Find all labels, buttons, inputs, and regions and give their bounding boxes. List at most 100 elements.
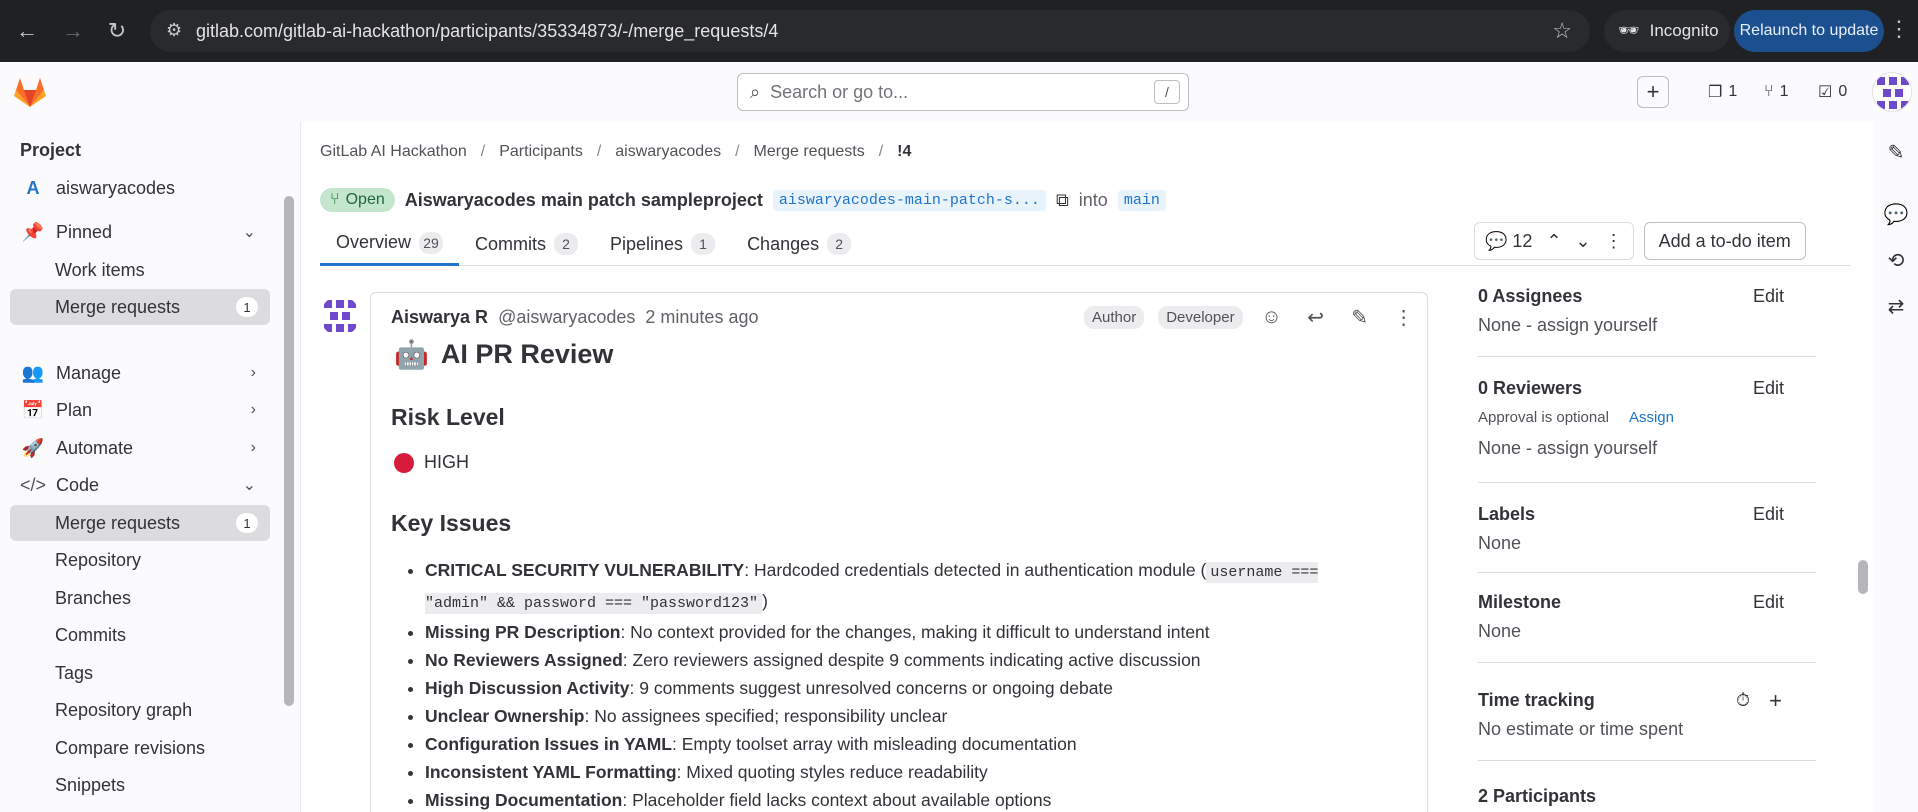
add-todo-button[interactable]: Add a to-do item — [1643, 222, 1806, 260]
edit-milestone-button[interactable]: Edit — [1753, 592, 1784, 613]
mr-title: Aiswaryacodes main patch sampleproject — [404, 189, 763, 210]
sidebar-item-snippets[interactable]: Snippets — [10, 767, 270, 803]
more-actions-icon[interactable]: ⋮ — [1605, 231, 1623, 252]
create-new-button[interactable]: + — [1637, 76, 1669, 108]
sidebar-item-compare-revisions[interactable]: Compare revisions — [10, 730, 270, 766]
sidebar-item-commits[interactable]: Commits — [10, 617, 270, 653]
compare-icon[interactable]: ⇄ — [1880, 290, 1912, 322]
breadcrumb-item[interactable]: GitLab AI Hackathon — [320, 143, 467, 161]
edit-labels-button[interactable]: Edit — [1753, 504, 1784, 525]
stopwatch-icon[interactable]: ⏱ — [1736, 690, 1750, 711]
forward-icon[interactable]: → — [56, 14, 90, 48]
project-avatar: A — [26, 177, 40, 198]
tab-pipelines[interactable]: Pipelines 1 — [594, 222, 731, 266]
plan-icon: 📅 — [21, 399, 45, 420]
chevron-down-icon: ⌄ — [242, 224, 256, 241]
breadcrumb-item[interactable]: aiswaryacodes — [615, 143, 721, 161]
comments-icon[interactable]: 💬 — [1880, 198, 1912, 230]
comment-threads-button[interactable]: 💬 12 — [1485, 231, 1532, 252]
code-icon: </> — [19, 474, 47, 495]
sidebar-item-repository[interactable]: Repository — [10, 542, 270, 578]
edit-pencil-icon[interactable]: ✎ — [1345, 302, 1375, 332]
chevron-down-icon[interactable]: ⌄ — [1576, 231, 1591, 252]
history-icon[interactable]: ⟲ — [1880, 244, 1912, 276]
right-sidebar-scrollbar[interactable] — [1858, 560, 1868, 594]
browser-menu-icon[interactable]: ⋮ — [1888, 16, 1910, 42]
reload-icon[interactable]: ↻ — [100, 14, 134, 48]
source-branch[interactable]: aiswaryacodes-main-patch-s... — [772, 189, 1046, 211]
breadcrumb-item[interactable]: Merge requests — [754, 143, 865, 161]
list-item: Missing Documentation: Placeholder field… — [425, 786, 1385, 812]
edit-note-icon[interactable]: ✎ — [1880, 136, 1912, 168]
author-handle[interactable]: @aiswaryacodes — [498, 307, 635, 328]
bookmark-star-icon[interactable]: ☆ — [1552, 18, 1572, 44]
url-text: gitlab.com/gitlab-ai-hackathon/participa… — [196, 20, 779, 41]
approval-text: Approval is optional Assign — [1478, 409, 1674, 426]
tab-actions: 💬 12 ⌃ ⌄ ⋮ Add a to-do item — [1474, 222, 1806, 260]
edit-reviewers-button[interactable]: Edit — [1753, 378, 1784, 399]
address-bar[interactable]: ⚙ gitlab.com/gitlab-ai-hackathon/partici… — [150, 10, 1590, 52]
sidebar-pinned[interactable]: 📌 Pinned ⌄ — [10, 214, 270, 250]
chevron-up-icon[interactable]: ⌃ — [1546, 231, 1561, 252]
sidebar-item-work-items[interactable]: Work items — [10, 252, 270, 288]
participants-section: 2 Participants — [1478, 786, 1597, 806]
sidebar-item-code-merge-requests[interactable]: Merge requests 1 — [10, 505, 270, 541]
breadcrumb: GitLab AI Hackathon / Participants / aiswa… — [320, 143, 912, 161]
assign-link[interactable]: Assign — [1629, 409, 1674, 426]
breadcrumb-item[interactable]: Participants — [499, 143, 583, 161]
author-name[interactable]: Aiswarya R — [391, 307, 488, 328]
search-input[interactable]: ⌕ Search or go to... / — [737, 73, 1189, 111]
list-item: High Discussion Activity: 9 comments sug… — [425, 674, 1385, 702]
tab-commits[interactable]: Commits 2 — [459, 222, 594, 266]
count-badge: 1 — [236, 513, 258, 533]
risk-heading: Risk Level — [391, 404, 505, 430]
more-actions-icon[interactable]: ⋮ — [1389, 302, 1419, 332]
assign-yourself-link[interactable]: None - assign yourself — [1478, 315, 1818, 336]
site-info-icon[interactable]: ⚙ — [166, 20, 182, 41]
assign-yourself-link[interactable]: None - assign yourself — [1478, 438, 1818, 459]
todo-icon: ☑ — [1818, 84, 1833, 101]
sidebar-project-link[interactable]: A aiswaryacodes — [10, 170, 270, 206]
merge-request-icon: ⑂ — [330, 191, 340, 208]
comment-header: Aiswarya R @aiswaryacodes 2 minutes ago — [391, 307, 758, 328]
breadcrumb-current[interactable]: !4 — [897, 143, 911, 161]
list-item: CRITICAL SECURITY VULNERABILITY: Hardcod… — [425, 556, 1385, 618]
todos-button[interactable]: ☑ 0 — [1818, 76, 1847, 108]
incognito-indicator[interactable]: 🕶 Incognito — [1604, 10, 1730, 52]
merge-requests-button[interactable]: ⑂ 1 — [1764, 76, 1789, 108]
back-icon[interactable]: ← — [10, 14, 44, 48]
sidebar-item-repository-graph[interactable]: Repository graph — [10, 692, 270, 728]
divider — [1478, 760, 1816, 761]
divider — [1478, 356, 1816, 357]
milestone-section: Milestone Edit None — [1478, 592, 1784, 641]
gitlab-logo[interactable] — [12, 74, 48, 110]
sidebar-item-tags[interactable]: Tags — [10, 655, 270, 691]
search-icon: ⌕ — [750, 81, 761, 102]
sidebar-automate[interactable]: 🚀 Automate › — [10, 430, 270, 466]
sidebar-item-branches[interactable]: Branches — [10, 580, 270, 616]
user-avatar[interactable] — [1872, 72, 1912, 112]
sidebar-item-pinned-merge-requests[interactable]: Merge requests 1 — [10, 289, 270, 325]
copy-icon[interactable]: ⧉ — [1056, 190, 1069, 211]
rocket-icon: 🚀 — [21, 437, 45, 458]
sidebar-scrollbar[interactable] — [284, 196, 294, 706]
thread-navigation: 💬 12 ⌃ ⌄ ⋮ — [1474, 222, 1634, 260]
issues-button[interactable]: ❐ 1 — [1708, 76, 1737, 108]
incognito-icon: 🕶 — [1618, 21, 1640, 40]
edit-assignees-button[interactable]: Edit — [1753, 286, 1784, 307]
tab-overview[interactable]: Overview 29 — [320, 222, 460, 266]
target-branch[interactable]: main — [1117, 189, 1166, 211]
add-time-icon[interactable]: + — [1769, 688, 1782, 714]
sidebar-code[interactable]: </> Code ⌄ — [10, 467, 270, 503]
merge-request-icon: ⑂ — [1764, 83, 1774, 100]
risk-value: HIGH — [394, 452, 469, 473]
emoji-reaction-icon[interactable]: ☺ — [1257, 302, 1287, 332]
sidebar-manage[interactable]: 👥 Manage › — [10, 355, 270, 391]
reply-icon[interactable]: ↩ — [1301, 302, 1331, 332]
tab-changes[interactable]: Changes 2 — [731, 222, 867, 266]
sidebar-plan[interactable]: 📅 Plan › — [10, 392, 270, 428]
relaunch-button[interactable]: Relaunch to update — [1734, 10, 1884, 52]
author-avatar[interactable] — [320, 296, 360, 336]
issues-list: CRITICAL SECURITY VULNERABILITY: Hardcod… — [425, 556, 1385, 812]
comment-time[interactable]: 2 minutes ago — [645, 307, 758, 328]
